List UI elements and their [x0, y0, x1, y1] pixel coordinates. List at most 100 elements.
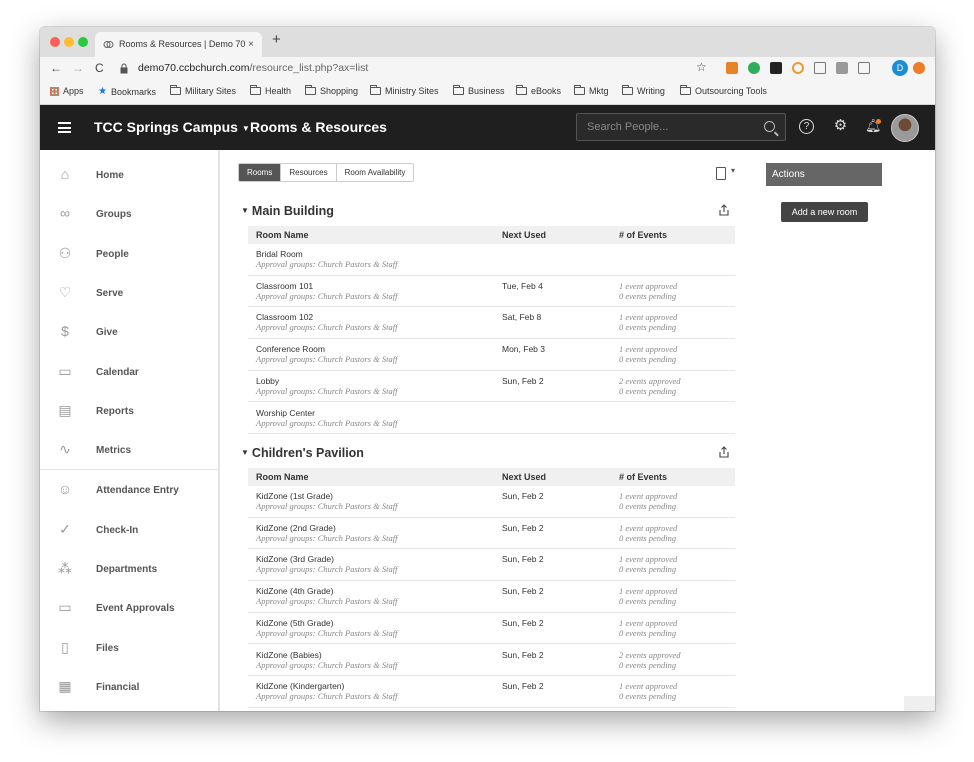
- search-people-input[interactable]: Search People...: [576, 113, 786, 141]
- room-name-link[interactable]: Lobby: [256, 376, 279, 386]
- table-row[interactable]: KidZone (5th Grade) Approval groups: Chur…: [248, 613, 735, 645]
- tab-room-availability[interactable]: Room Availability: [336, 164, 414, 181]
- sidebar-item-give[interactable]: $ Give: [40, 313, 218, 352]
- hamburger-menu-icon[interactable]: [58, 122, 71, 133]
- tab-close-icon[interactable]: ×: [248, 32, 254, 57]
- sidebar-item-metrics[interactable]: ∿ Metrics: [40, 431, 218, 470]
- column-events[interactable]: # of Events: [619, 472, 667, 482]
- sidebar-item-files[interactable]: ▯ Files: [40, 629, 218, 668]
- room-name-link[interactable]: KidZone (2nd Grade): [256, 523, 336, 533]
- sidebar-item-reports[interactable]: ▤ Reports: [40, 392, 218, 431]
- tab-rooms[interactable]: Rooms: [239, 164, 282, 181]
- column-events[interactable]: # of Events: [619, 230, 667, 240]
- column-next-used[interactable]: Next Used: [502, 472, 546, 482]
- sidebar-item-groups[interactable]: ∞ Groups: [40, 195, 218, 234]
- column-room-name[interactable]: Room Name: [256, 472, 309, 482]
- room-name-link[interactable]: KidZone (Babies): [256, 650, 322, 660]
- bookmark-ministry-sites[interactable]: Ministry Sites: [370, 85, 439, 96]
- room-name-link[interactable]: KidZone (4th Grade): [256, 586, 333, 596]
- column-next-used[interactable]: Next Used: [502, 230, 546, 240]
- sidebar-item-departments[interactable]: ⁂ Departments: [40, 550, 218, 589]
- folder-icon: [305, 85, 316, 95]
- group-title[interactable]: ▼ Main Building: [241, 204, 334, 218]
- extension-icon-3[interactable]: [770, 62, 782, 74]
- room-name-link[interactable]: Conference Room: [256, 344, 325, 354]
- room-name-link[interactable]: KidZone (1st Grade): [256, 491, 333, 501]
- sidebar-item-people[interactable]: ⚇ People: [40, 235, 218, 274]
- table-row[interactable]: KidZone (4th Grade) Approval groups: Chur…: [248, 581, 735, 613]
- add-new-room-button[interactable]: Add a new room: [781, 202, 868, 222]
- table-row[interactable]: Lobby Approval groups: Church Pastors & S…: [248, 371, 735, 403]
- table-row[interactable]: Bridal Room Approval groups: Church Pasto…: [248, 244, 735, 276]
- share-icon[interactable]: [718, 204, 730, 216]
- bookmark-business[interactable]: Business: [453, 85, 505, 96]
- url-text: demo70.ccbchurch.com/resource_list.php?a…: [138, 62, 368, 74]
- column-room-name[interactable]: Room Name: [256, 230, 309, 240]
- forward-button[interactable]: →: [72, 61, 84, 75]
- table-row[interactable]: Classroom 102 Approval groups: Church Pas…: [248, 307, 735, 340]
- check-in-icon: ✓: [59, 521, 71, 537]
- room-name-link[interactable]: Worship Center: [256, 408, 315, 418]
- next-used-date: Sun, Feb 2: [502, 586, 544, 597]
- url-bar[interactable]: demo70.ccbchurch.com/resource_list.php?a…: [114, 59, 734, 79]
- campus-selector[interactable]: TCC Springs Campus ▼: [94, 119, 250, 135]
- bookmark-apps[interactable]: Apps: [50, 86, 84, 96]
- sidebar-divider: [40, 469, 218, 470]
- reload-button[interactable]: C: [95, 61, 104, 75]
- notification-bell-icon[interactable]: 🔔︎: [865, 119, 882, 134]
- extension-icon-4[interactable]: [792, 62, 804, 74]
- back-button[interactable]: ←: [50, 61, 62, 75]
- camera-extension-icon[interactable]: [836, 62, 848, 74]
- table-row[interactable]: Classroom 101 Approval groups: Church Pas…: [248, 276, 735, 308]
- table-row[interactable]: KidZone (Kindergarten) Approval groups: C…: [248, 676, 735, 708]
- table-row[interactable]: KidZone (3rd Grade) Approval groups: Chur…: [248, 549, 735, 582]
- export-document-icon[interactable]: [716, 166, 735, 180]
- table-row[interactable]: KidZone (Babies) Approval groups: Church …: [248, 645, 735, 677]
- bookmark-writing[interactable]: Writing: [622, 85, 665, 96]
- tab-resources[interactable]: Resources: [281, 164, 337, 181]
- bookmark-mktg[interactable]: Mktg: [574, 85, 609, 96]
- bookmark-ebooks[interactable]: eBooks: [516, 85, 561, 96]
- bookmark-health[interactable]: Health: [250, 85, 291, 96]
- sidebar-item-financial[interactable]: ▦ Financial: [40, 668, 218, 707]
- code-extension-icon[interactable]: [858, 62, 870, 74]
- room-name-link[interactable]: KidZone (5th Grade): [256, 618, 333, 628]
- browser-tab[interactable]: Rooms & Resources | Demo 70 ×: [95, 32, 262, 57]
- sidebar-item-check-in[interactable]: ✓ Check-In: [40, 511, 218, 550]
- user-avatar[interactable]: [891, 114, 919, 142]
- gear-icon[interactable]: ⚙: [833, 118, 848, 134]
- sidebar-item-home[interactable]: ⌂ Home: [40, 156, 218, 195]
- table-row[interactable]: Worship Center Approval groups: Church Pa…: [248, 403, 735, 435]
- bookmark-bookmarks[interactable]: ★ Bookmarks: [98, 86, 156, 97]
- extension-icon-5[interactable]: [814, 62, 826, 74]
- room-name-link[interactable]: KidZone (3rd Grade): [256, 554, 334, 564]
- room-name-link[interactable]: Classroom 102: [256, 312, 313, 322]
- events-pending: 0 events pending: [619, 596, 677, 607]
- profile-avatar[interactable]: D: [892, 60, 908, 76]
- extension-icon-6[interactable]: [913, 62, 925, 74]
- search-icon[interactable]: [764, 121, 775, 132]
- minimize-window-icon[interactable]: [64, 37, 74, 47]
- room-name-link[interactable]: Bridal Room: [256, 249, 303, 259]
- bookmark-shopping[interactable]: Shopping: [305, 85, 358, 96]
- sidebar-item-attendance-entry[interactable]: ☺ Attendance Entry: [40, 471, 218, 510]
- bookmark-star-icon[interactable]: ☆: [696, 60, 707, 74]
- group-title[interactable]: ▼ Children's Pavilion: [241, 446, 364, 460]
- share-icon[interactable]: [718, 446, 730, 458]
- table-row[interactable]: KidZone (2nd Grade) Approval groups: Chur…: [248, 518, 735, 550]
- bookmark-outsourcing-tools[interactable]: Outsourcing Tools: [680, 85, 767, 96]
- close-window-icon[interactable]: [50, 37, 60, 47]
- table-row[interactable]: Conference Room Approval groups: Church P…: [248, 339, 735, 371]
- table-row[interactable]: KidZone (1st Grade) Approval groups: Chur…: [248, 486, 735, 518]
- new-tab-button[interactable]: +: [272, 31, 281, 48]
- help-icon[interactable]: ?: [799, 119, 814, 134]
- extension-icon-1[interactable]: [726, 62, 738, 74]
- room-name-link[interactable]: KidZone (Kindergarten): [256, 681, 344, 691]
- maximize-window-icon[interactable]: [78, 37, 88, 47]
- sidebar-item-serve[interactable]: ♡ Serve: [40, 274, 218, 313]
- room-name-link[interactable]: Classroom 101: [256, 281, 313, 291]
- extension-icon-2[interactable]: [748, 62, 760, 74]
- sidebar-item-event-approvals[interactable]: ▭ Event Approvals: [40, 589, 218, 628]
- sidebar-item-calendar[interactable]: ▭ Calendar: [40, 353, 218, 392]
- bookmark-military-sites[interactable]: Military Sites: [170, 85, 236, 96]
